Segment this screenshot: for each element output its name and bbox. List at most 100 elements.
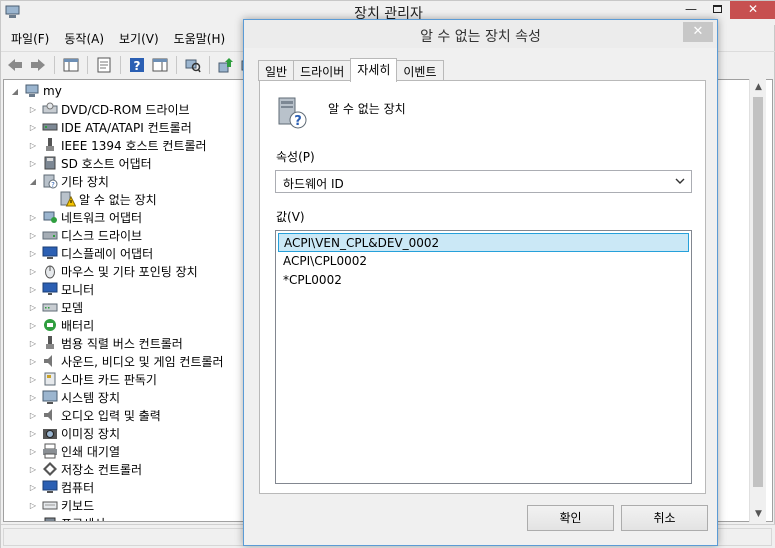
unknown-device-properties-dialog: 알 수 없는 장치 속성 ✕ 일반 드라이버 자세히 이벤트 ? 알 수 없는 … bbox=[243, 19, 718, 546]
disk-drive-icon bbox=[42, 227, 58, 243]
cancel-button[interactable]: 취소 bbox=[621, 505, 708, 531]
expand-arrow-icon[interactable]: ▷ bbox=[28, 483, 38, 492]
unknown-device-warning-icon bbox=[60, 191, 76, 207]
tree-node-imaging-device[interactable]: ▷ 이미징 장치 bbox=[28, 424, 120, 442]
tree-node-mouse[interactable]: ▷ 마우스 및 기타 포인팅 장치 bbox=[28, 262, 198, 280]
menu-view[interactable]: 보기(V) bbox=[109, 27, 164, 49]
expand-arrow-icon[interactable]: ▷ bbox=[28, 123, 38, 132]
tree-node-ieee1394[interactable]: ▷ IEEE 1394 호스트 컨트롤러 bbox=[28, 136, 207, 154]
expand-arrow-icon[interactable]: ▷ bbox=[28, 429, 38, 438]
tab-events[interactable]: 이벤트 bbox=[396, 60, 444, 81]
tree-node-disk-drive[interactable]: ▷ 디스크 드라이브 bbox=[28, 226, 142, 244]
tree-node-storage-controller[interactable]: ▷ 저장소 컨트롤러 bbox=[28, 460, 142, 478]
expand-arrow-icon[interactable]: ▷ bbox=[28, 249, 38, 258]
toolbar-separator bbox=[209, 55, 210, 74]
tree-node-computer[interactable]: ◢ my bbox=[10, 82, 62, 100]
expand-arrow-icon[interactable]: ▷ bbox=[28, 303, 38, 312]
tree-node-label: 저장소 컨트롤러 bbox=[61, 462, 143, 477]
expand-arrow-icon[interactable]: ▷ bbox=[28, 357, 38, 366]
collapse-arrow-icon[interactable]: ◢ bbox=[28, 177, 38, 186]
tree-node-print-queue[interactable]: ▷ 인쇄 대기열 bbox=[28, 442, 120, 460]
console-tree-icon bbox=[63, 58, 79, 71]
expand-arrow-icon[interactable]: ▷ bbox=[28, 339, 38, 348]
value-item[interactable]: ACPI\CPL0002 bbox=[278, 252, 689, 271]
tree-node-system-device[interactable]: ▷ 시스템 장치 bbox=[28, 388, 120, 406]
expand-arrow-icon[interactable]: ▷ bbox=[28, 285, 38, 294]
back-button[interactable] bbox=[5, 55, 25, 75]
svg-text:?: ? bbox=[134, 59, 141, 73]
expand-arrow-icon[interactable]: ▷ bbox=[28, 267, 38, 276]
expand-arrow-icon[interactable]: ▷ bbox=[28, 213, 38, 222]
collapse-arrow-icon[interactable]: ◢ bbox=[10, 87, 20, 96]
tab-details[interactable]: 자세히 bbox=[350, 58, 398, 82]
property-selected-value: 하드웨어 ID bbox=[283, 177, 344, 191]
expand-arrow-icon[interactable]: ▷ bbox=[28, 231, 38, 240]
vertical-scrollbar[interactable]: ▲ ▼ bbox=[749, 79, 766, 522]
tree-node-monitor[interactable]: ▷ 모니터 bbox=[28, 280, 94, 298]
expand-arrow-icon[interactable]: ▷ bbox=[28, 393, 38, 402]
tree-node-ide-controller[interactable]: ▷ IDE ATA/ATAPI 컨트롤러 bbox=[28, 118, 192, 136]
maximize-button[interactable] bbox=[704, 1, 730, 19]
dialog-close-button[interactable]: ✕ bbox=[683, 22, 713, 42]
tree-node-computer-node[interactable]: ▷ 컴퓨터 bbox=[28, 478, 94, 496]
tree-node-label: 모니터 bbox=[61, 282, 95, 297]
tree-node-sd-host[interactable]: ▷ SD 호스트 어댑터 bbox=[28, 154, 152, 172]
tree-node-keyboard[interactable]: ▷ 키보드 bbox=[28, 496, 94, 514]
expand-arrow-icon[interactable]: ▷ bbox=[28, 501, 38, 510]
expand-arrow-icon[interactable]: ▷ bbox=[28, 105, 38, 114]
close-button[interactable]: ✕ bbox=[730, 1, 775, 19]
tree-node-display-adapter[interactable]: ▷ 디스플레이 어댑터 bbox=[28, 244, 153, 262]
expand-arrow-icon[interactable]: ▷ bbox=[28, 141, 38, 150]
value-list[interactable]: ACPI\VEN_CPL&DEV_0002 ACPI\CPL0002 *CPL0… bbox=[275, 230, 692, 484]
tree-node-battery[interactable]: ▷ 배터리 bbox=[28, 316, 94, 334]
scroll-thumb[interactable] bbox=[753, 97, 763, 487]
expand-arrow-icon[interactable]: ▷ bbox=[28, 159, 38, 168]
expand-arrow-icon[interactable]: ▷ bbox=[28, 411, 38, 420]
ieee1394-icon bbox=[42, 137, 58, 153]
audio-io-icon bbox=[42, 407, 58, 423]
tree-node-label: 디스플레이 어댑터 bbox=[61, 246, 154, 261]
expand-arrow-icon[interactable]: ▷ bbox=[28, 447, 38, 456]
sound-icon bbox=[42, 353, 58, 369]
help-button[interactable]: ? bbox=[127, 55, 147, 75]
tree-node-processor[interactable]: ▷ 프로세서 bbox=[28, 514, 105, 522]
tree-node-usb-controller[interactable]: ▷ 범용 직렬 버스 컨트롤러 bbox=[28, 334, 183, 352]
expand-arrow-icon[interactable]: ▷ bbox=[28, 465, 38, 474]
menu-file[interactable]: 파일(F) bbox=[1, 27, 54, 49]
value-item[interactable]: *CPL0002 bbox=[278, 271, 689, 290]
tree-node-audio-io[interactable]: ▷ 오디오 입력 및 출력 bbox=[28, 406, 161, 424]
minimize-button[interactable]: — bbox=[678, 1, 704, 19]
other-devices-icon: ? bbox=[42, 173, 58, 189]
scroll-down-arrow[interactable]: ▼ bbox=[750, 506, 767, 522]
tree-node-other-devices[interactable]: ◢? 기타 장치 bbox=[28, 172, 109, 190]
ok-button[interactable]: 확인 bbox=[527, 505, 614, 531]
ide-controller-icon bbox=[42, 119, 58, 135]
properties-button[interactable] bbox=[94, 55, 114, 75]
menu-action[interactable]: 동작(A) bbox=[54, 27, 109, 49]
tree-node-unknown-device-warning[interactable]: 알 수 없는 장치 bbox=[46, 190, 157, 208]
mouse-icon bbox=[42, 263, 58, 279]
action-pane-button[interactable] bbox=[150, 55, 170, 75]
forward-button[interactable] bbox=[28, 55, 48, 75]
tree-node-label: 이미징 장치 bbox=[61, 426, 121, 441]
expand-arrow-icon[interactable]: ▷ bbox=[28, 375, 38, 384]
details-tab-page: ? 알 수 없는 장치 속성(P) 하드웨어 ID 값(V) ACPI\VEN_… bbox=[259, 80, 706, 494]
tree-node-sound[interactable]: ▷ 사운드, 비디오 및 게임 컨트롤러 bbox=[28, 352, 224, 370]
expand-arrow-icon[interactable]: ▷ bbox=[28, 519, 38, 522]
tree-node-network-adapter[interactable]: ▷ 네트워크 어댑터 bbox=[28, 208, 142, 226]
value-item[interactable]: ACPI\VEN_CPL&DEV_0002 bbox=[278, 233, 689, 252]
scan-hardware-button[interactable] bbox=[183, 55, 203, 75]
property-dropdown[interactable]: 하드웨어 ID bbox=[275, 170, 692, 193]
svg-text:?: ? bbox=[51, 181, 55, 189]
expand-arrow-icon[interactable]: ▷ bbox=[28, 321, 38, 330]
dialog-titlebar[interactable]: 알 수 없는 장치 속성 ✕ bbox=[244, 20, 717, 48]
scroll-up-arrow[interactable]: ▲ bbox=[750, 79, 767, 95]
tree-node-smart-card[interactable]: ▷ 스마트 카드 판독기 bbox=[28, 370, 157, 388]
tree-node-modem[interactable]: ▷ 모뎀 bbox=[28, 298, 83, 316]
tab-driver[interactable]: 드라이버 bbox=[293, 60, 352, 81]
show-hide-tree-button[interactable] bbox=[61, 55, 81, 75]
update-driver-button[interactable] bbox=[216, 55, 236, 75]
menu-help[interactable]: 도움말(H) bbox=[164, 27, 231, 49]
tree-node-dvd-drive[interactable]: ▷ DVD/CD-ROM 드라이브 bbox=[28, 100, 190, 118]
tab-general[interactable]: 일반 bbox=[258, 60, 295, 81]
